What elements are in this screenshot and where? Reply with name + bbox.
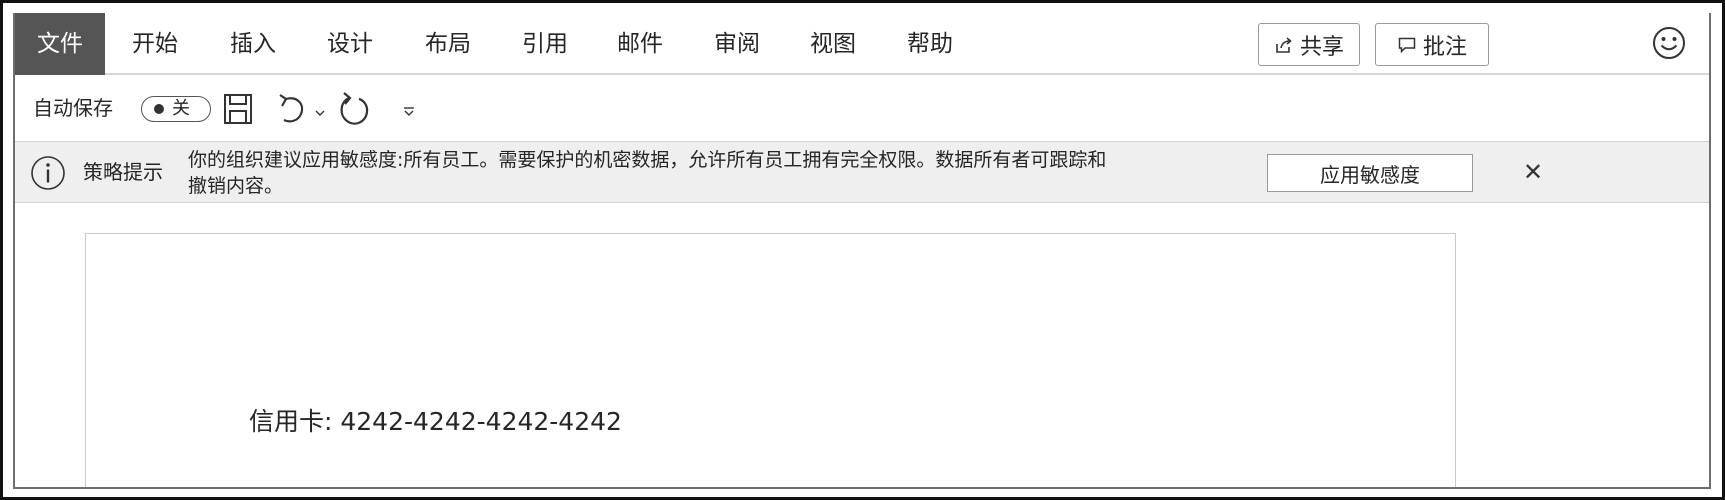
tab-file[interactable]: 文件 <box>15 13 105 75</box>
toggle-knob <box>154 104 164 114</box>
tab-layout[interactable]: 布局 <box>425 13 471 75</box>
comment-icon <box>1397 35 1417 55</box>
apply-sensitivity-button[interactable]: 应用敏感度 <box>1267 154 1473 192</box>
undo-icon[interactable] <box>277 91 309 131</box>
tab-home[interactable]: 开始 <box>132 13 178 75</box>
comments-button[interactable]: 批注 <box>1375 23 1489 66</box>
autosave-label: 自动保存 <box>33 96 113 120</box>
policy-tip-message: 你的组织建议应用敏感度:所有员工。需要保护的机密数据，允许所有员工拥有完全权限。… <box>188 147 1218 199</box>
redo-icon[interactable] <box>337 91 371 133</box>
tab-view[interactable]: 视图 <box>810 13 856 75</box>
share-label: 共享 <box>1299 34 1344 60</box>
tab-references[interactable]: 引用 <box>522 13 568 75</box>
quick-access-toolbar: 自动保存 关 <box>15 75 1709 141</box>
policy-tip-message-line2: 撤销内容。 <box>188 175 284 197</box>
customize-toolbar-icon[interactable] <box>402 103 416 122</box>
tab-mailings[interactable]: 邮件 <box>617 13 663 75</box>
autosave-toggle[interactable]: 关 <box>141 96 211 122</box>
ribbon-tab-bar: 文件 开始 插入 设计 布局 引用 邮件 审阅 视图 帮助 共享 批注 <box>15 13 1709 75</box>
tab-help[interactable]: 帮助 <box>907 13 953 75</box>
save-icon[interactable] <box>223 93 253 129</box>
comments-label: 批注 <box>1422 34 1467 60</box>
tab-insert[interactable]: 插入 <box>230 13 276 75</box>
document-body-text[interactable]: 信用卡: 4242-4242-4242-4242 <box>249 402 622 438</box>
tab-design[interactable]: 设计 <box>327 13 373 75</box>
document-page[interactable]: 信用卡: 4242-4242-4242-4242 <box>85 233 1456 487</box>
autosave-state: 关 <box>172 98 190 119</box>
word-window: 文件 开始 插入 设计 布局 引用 邮件 审阅 视图 帮助 共享 批注 自动保存… <box>0 0 1725 500</box>
undo-dropdown-icon[interactable] <box>315 103 325 122</box>
policy-tip-bar: 策略提示 你的组织建议应用敏感度:所有员工。需要保护的机密数据，允许所有员工拥有… <box>15 141 1709 203</box>
info-icon <box>30 155 66 191</box>
policy-tip-message-line1: 你的组织建议应用敏感度:所有员工。需要保护的机密数据，允许所有员工拥有完全权限。… <box>188 149 1107 171</box>
policy-tip-title: 策略提示 <box>83 160 163 184</box>
document-canvas: 信用卡: 4242-4242-4242-4242 <box>15 203 1709 487</box>
close-icon[interactable]: ✕ <box>1518 142 1548 202</box>
share-icon <box>1274 35 1294 55</box>
share-button[interactable]: 共享 <box>1258 23 1360 66</box>
app-frame: 文件 开始 插入 设计 布局 引用 邮件 审阅 视图 帮助 共享 批注 自动保存… <box>13 13 1711 489</box>
tab-review[interactable]: 审阅 <box>714 13 760 75</box>
smiley-icon[interactable] <box>1651 25 1687 61</box>
